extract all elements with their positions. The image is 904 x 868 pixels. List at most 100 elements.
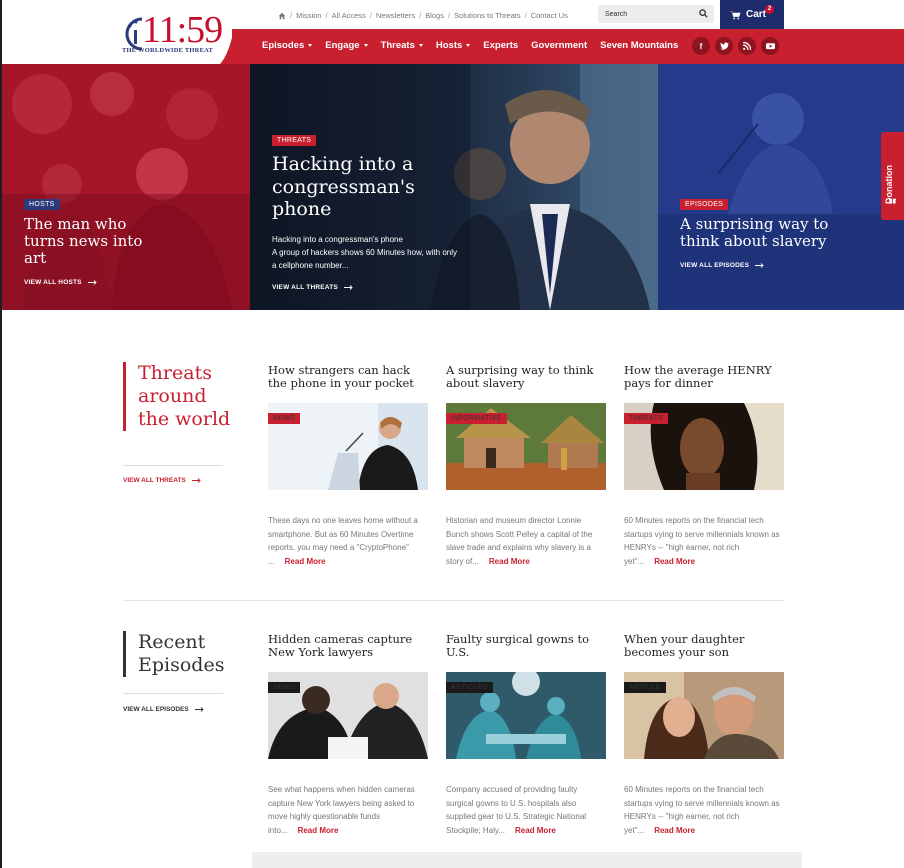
- card-image[interactable]: ARTICLE: [624, 672, 784, 759]
- hero-threats-tag[interactable]: THREATS: [272, 135, 317, 146]
- chevron-down-icon: [363, 44, 368, 47]
- arrow-right-icon: [343, 284, 353, 290]
- threat-card[interactable]: A surprising way to think about slavery …: [446, 364, 606, 568]
- topnav-mission[interactable]: Mission: [296, 11, 321, 20]
- footer-panel: [252, 852, 802, 868]
- card-title[interactable]: Hidden cameras capture New York lawyers: [268, 633, 428, 663]
- card-title[interactable]: How strangers can hack the phone in your…: [268, 364, 428, 394]
- episodes-section-title: Recent Episodes: [123, 631, 243, 677]
- card-summary: Historian and museum director Lonnie Bun…: [446, 514, 606, 568]
- threat-card[interactable]: How strangers can hack the phone in your…: [268, 364, 428, 568]
- topnav-all-access[interactable]: All Access: [332, 11, 366, 20]
- youtube-icon[interactable]: [761, 37, 779, 55]
- card-summary-text: 60 Minutes reports on the financial tech…: [624, 785, 780, 835]
- card-title[interactable]: Faulty surgical gowns to U.S.: [446, 633, 606, 663]
- topnav-contact[interactable]: Contact Us: [531, 11, 568, 20]
- nav-episodes[interactable]: Episodes: [262, 40, 313, 51]
- card-image[interactable]: THREATS: [624, 403, 784, 490]
- view-all-episodes-link[interactable]: VIEW ALL EPISODES: [123, 706, 204, 713]
- donation-tab[interactable]: Donation: [881, 132, 904, 220]
- cart-button[interactable]: Cart 2: [720, 0, 784, 29]
- separator: /: [369, 11, 372, 20]
- card-image[interactable]: INFORMATIVE: [446, 403, 606, 490]
- nav-threats[interactable]: Threats: [381, 40, 423, 51]
- separator: /: [325, 11, 328, 20]
- cart-icon: [730, 10, 741, 19]
- hero-episodes-title[interactable]: A surprising way to think about slavery: [680, 216, 830, 250]
- rss-icon[interactable]: [738, 37, 756, 55]
- hero-panel-episodes[interactable]: EPISODES A surprising way to think about…: [658, 64, 904, 310]
- hero-hosts-link-label: VIEW ALL HOSTS: [24, 279, 82, 286]
- episode-card[interactable]: When your daughter becomes your son ARTI…: [624, 633, 784, 837]
- nav-hosts-label: Hosts: [435, 40, 463, 51]
- chevron-down-icon: [418, 44, 423, 47]
- topnav-newsletters[interactable]: Newsletters: [376, 11, 415, 20]
- read-more-link[interactable]: Read More: [298, 826, 339, 835]
- arrow-right-icon: [194, 707, 204, 712]
- read-more-link[interactable]: Read More: [654, 826, 695, 835]
- card-title[interactable]: A surprising way to think about slavery: [446, 364, 606, 394]
- hero-threats-summary-line1: Hacking into a congressman's phone: [272, 234, 403, 244]
- read-more-link[interactable]: Read More: [515, 826, 556, 835]
- view-all-threats-link[interactable]: VIEW ALL THREATS: [123, 477, 201, 484]
- search-input[interactable]: [598, 5, 694, 23]
- hero-episodes-tag[interactable]: EPISODES: [680, 199, 729, 210]
- nav-experts-label: Experts: [483, 40, 519, 51]
- episode-card[interactable]: Faulty surgical gowns to U.S. ARTICLES C…: [446, 633, 606, 837]
- hero-episodes-link[interactable]: VIEW ALL EPISODES: [680, 262, 830, 269]
- main-navigation: Episodes Engage Threats Hosts Experts Go…: [262, 40, 691, 51]
- card-summary: 60 Minutes reports on the financial tech…: [624, 514, 784, 568]
- hero-hosts-link[interactable]: VIEW ALL HOSTS: [24, 279, 154, 286]
- nav-hosts[interactable]: Hosts: [435, 40, 471, 51]
- card-title[interactable]: When your daughter becomes your son: [624, 633, 784, 663]
- twitter-icon[interactable]: [715, 37, 733, 55]
- card-summary-text: See what happens when hidden cameras cap…: [268, 785, 415, 835]
- card-image[interactable]: ARTICLES: [446, 672, 606, 759]
- read-more-link[interactable]: Read More: [654, 557, 695, 566]
- nav-government[interactable]: Government: [531, 40, 587, 51]
- read-more-link[interactable]: Read More: [489, 557, 530, 566]
- nav-engage[interactable]: Engage: [325, 40, 368, 51]
- hero-episodes-image: [658, 64, 904, 310]
- arrow-right-icon: [755, 263, 764, 268]
- hero-threats-summary-line2: A group of hackers shows 60 Minutes how,…: [272, 247, 457, 270]
- hero-threats-link[interactable]: VIEW ALL THREATS: [272, 284, 472, 291]
- hero-threats-title[interactable]: Hacking into a congressman's phone: [272, 153, 472, 221]
- topnav-solutions[interactable]: Solutions to Threats: [454, 11, 521, 20]
- social-links: f: [692, 37, 779, 55]
- search-box: [598, 5, 714, 23]
- card-image[interactable]: NEWS: [268, 403, 428, 490]
- view-all-threats-label: VIEW ALL THREATS: [123, 477, 186, 484]
- read-more-link[interactable]: Read More: [285, 557, 326, 566]
- nav-seven-mountains[interactable]: Seven Mountains: [600, 40, 678, 51]
- topnav-blogs[interactable]: Blogs: [425, 11, 444, 20]
- episode-card[interactable]: Hidden cameras capture New York lawyers …: [268, 633, 428, 837]
- facebook-icon[interactable]: f: [692, 37, 710, 55]
- hero-hosts-tag[interactable]: HOSTS: [24, 199, 60, 210]
- card-summary-text: 60 Minutes reports on the financial tech…: [624, 516, 780, 566]
- hero-hosts-content: HOSTS The man who turns news into art VI…: [24, 193, 154, 286]
- card-image[interactable]: NEWS: [268, 672, 428, 759]
- nav-experts[interactable]: Experts: [483, 40, 518, 51]
- card-summary: Company accused of providing faulty surg…: [446, 783, 606, 837]
- card-tag: NEWS: [268, 413, 301, 424]
- threat-card[interactable]: How the average HENRY pays for dinner TH…: [624, 364, 784, 568]
- nav-episodes-label: Episodes: [262, 40, 305, 51]
- hero-hosts-title[interactable]: The man who turns news into art: [24, 216, 154, 267]
- arrow-right-icon: [87, 280, 97, 285]
- episodes-section-rule: [123, 693, 223, 694]
- card-title[interactable]: How the average HENRY pays for dinner: [624, 364, 784, 394]
- hero-panel-threats[interactable]: THREATS Hacking into a congressman's pho…: [250, 64, 658, 310]
- hero-panel-hosts[interactable]: HOSTS The man who turns news into art VI…: [2, 64, 250, 310]
- hero-episodes-link-label: VIEW ALL EPISODES: [680, 262, 750, 269]
- home-icon[interactable]: [278, 12, 286, 20]
- threats-section-title: Threats around the world: [123, 362, 233, 431]
- nav-seven-mountains-label: Seven Mountains: [600, 40, 679, 51]
- threats-section-rule: [123, 465, 223, 466]
- separator: /: [419, 11, 422, 20]
- search-icon[interactable]: [699, 9, 708, 18]
- section-divider: [123, 600, 784, 601]
- card-summary: 60 Minutes reports on the financial tech…: [624, 783, 784, 837]
- view-all-episodes-label: VIEW ALL EPISODES: [123, 706, 189, 713]
- card-tag: NEWS: [268, 682, 301, 693]
